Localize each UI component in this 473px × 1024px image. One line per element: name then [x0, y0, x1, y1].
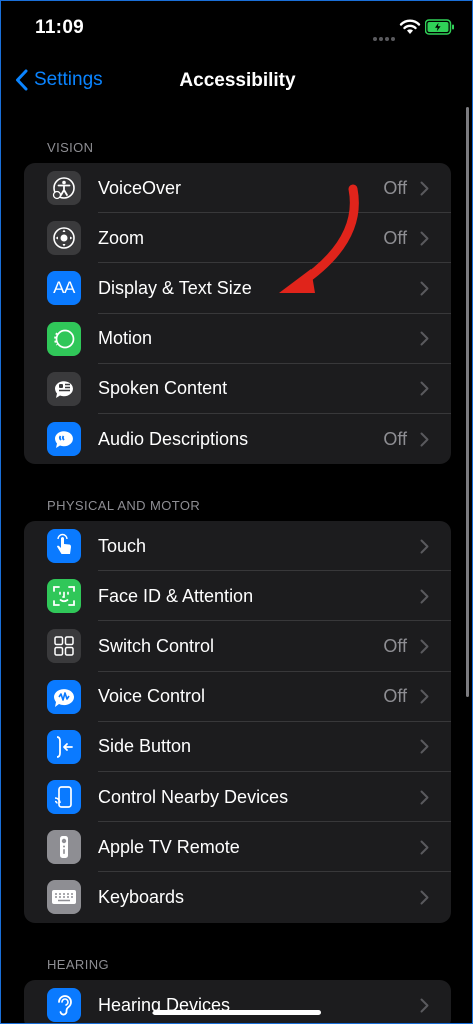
row-control-nearby-devices[interactable]: Control Nearby Devices: [24, 772, 451, 823]
status-time: 11:09: [35, 17, 85, 38]
row-label: Face ID & Attention: [98, 585, 254, 606]
switch-control-icon: [47, 629, 81, 664]
row-voiceover[interactable]: VoiceOver Off: [24, 163, 451, 214]
row-spoken-content[interactable]: Spoken Content: [24, 364, 451, 414]
chevron-right-icon: [420, 639, 429, 654]
chevron-right-icon: [420, 281, 429, 296]
row-zoom[interactable]: Zoom Off: [24, 213, 451, 264]
motion-icon: [47, 321, 81, 356]
row-motion[interactable]: Motion: [24, 314, 451, 364]
row-label: Apple TV Remote: [98, 836, 240, 857]
wifi-icon: [399, 19, 421, 34]
row-face-id-attention[interactable]: Face ID & Attention: [24, 571, 451, 622]
row-value: Off: [383, 177, 407, 198]
row-keyboards[interactable]: Keyboards: [24, 872, 451, 922]
row-value: Off: [383, 428, 407, 449]
voiceover-icon: [47, 171, 81, 206]
screen: 11:09 Settings Accessibility VISION Voic…: [0, 0, 473, 1024]
row-value: Off: [383, 686, 407, 707]
battery-icon: [425, 19, 454, 35]
home-indicator[interactable]: [153, 1010, 321, 1015]
row-display-text-size[interactable]: AA Display & Text Size: [24, 263, 451, 314]
row-label: Spoken Content: [98, 378, 228, 399]
face-id-icon: [47, 579, 81, 614]
row-label: Touch: [98, 535, 147, 556]
row-audio-descriptions[interactable]: Audio Descriptions Off: [24, 414, 451, 464]
vision-group: VoiceOver Off Zoom Off AA Display & Text: [24, 163, 451, 465]
row-label: Zoom: [98, 227, 145, 248]
navigation-bar: Settings Accessibility: [1, 61, 472, 105]
chevron-right-icon: [420, 840, 429, 855]
section-header-physical-and-motor: PHYSICAL AND MOTOR: [47, 498, 201, 513]
row-switch-control[interactable]: Switch Control Off: [24, 621, 451, 672]
row-label: Audio Descriptions: [98, 428, 249, 449]
control-nearby-devices-icon: [47, 780, 81, 815]
row-value: Off: [383, 227, 407, 248]
zoom-icon: [47, 221, 81, 256]
row-apple-tv-remote[interactable]: Apple TV Remote: [24, 822, 451, 873]
chevron-right-icon: [420, 689, 429, 704]
row-label: Voice Control: [98, 686, 206, 707]
row-side-button[interactable]: Side Button: [24, 722, 451, 772]
row-label: Display & Text Size: [98, 277, 252, 298]
spoken-content-icon: [47, 371, 81, 406]
row-value: Off: [383, 635, 407, 656]
section-header-hearing: HEARING: [47, 957, 110, 972]
chevron-right-icon: [420, 739, 429, 754]
chevron-right-icon: [420, 790, 429, 805]
chevron-right-icon: [420, 998, 429, 1013]
display-text-size-icon: AA: [47, 271, 81, 306]
row-label: Side Button: [98, 736, 192, 757]
row-voice-control[interactable]: Voice Control Off: [24, 672, 451, 722]
row-label: VoiceOver: [98, 177, 182, 198]
apple-tv-remote-icon: [47, 830, 81, 865]
chevron-right-icon: [420, 381, 429, 396]
cellular-signal-icon: [373, 28, 397, 46]
row-label: Switch Control: [98, 635, 215, 656]
status-bar: 11:09: [1, 1, 472, 57]
audio-descriptions-icon: [47, 422, 81, 457]
chevron-right-icon: [420, 589, 429, 604]
chevron-right-icon: [420, 181, 429, 196]
chevron-right-icon: [420, 539, 429, 554]
hearing-group: Hearing Devices: [24, 980, 451, 1023]
section-header-vision: VISION: [47, 140, 94, 155]
touch-icon: [47, 529, 81, 564]
scrollbar[interactable]: [466, 107, 469, 697]
side-button-icon: [47, 729, 81, 764]
keyboard-icon: [47, 880, 81, 915]
chevron-right-icon: [420, 331, 429, 346]
voice-control-icon: [47, 679, 81, 714]
chevron-right-icon: [420, 432, 429, 447]
row-touch[interactable]: Touch: [24, 521, 451, 572]
row-label: Motion: [98, 328, 153, 349]
row-label: Keyboards: [98, 886, 185, 907]
physical-motor-group: Touch Face ID & Attention Switch Control…: [24, 521, 451, 923]
chevron-right-icon: [420, 890, 429, 905]
row-hearing-devices[interactable]: Hearing Devices: [24, 980, 451, 1023]
chevron-right-icon: [420, 231, 429, 246]
row-label: Control Nearby Devices: [98, 786, 289, 807]
hearing-devices-icon: [47, 988, 81, 1023]
page-title: Accessibility: [179, 70, 296, 91]
